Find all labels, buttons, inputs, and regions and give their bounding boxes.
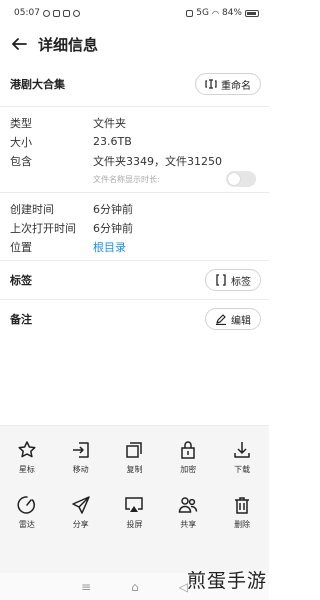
delete-button[interactable]: 删除 (215, 495, 269, 530)
action-label: 加密 (180, 465, 197, 474)
download-button[interactable]: 下载 (215, 440, 269, 475)
radar-icon (17, 496, 35, 514)
rename-label: 重命名 (221, 80, 251, 92)
action-label: 雷达 (18, 520, 35, 529)
duration-toggle[interactable] (226, 171, 256, 187)
rename-icon (205, 79, 217, 89)
status-time: 05:07 (14, 8, 40, 18)
notification-icon (62, 9, 70, 17)
pencil-icon (216, 314, 226, 325)
location-link[interactable]: 根目录 (93, 239, 126, 255)
folder-name: 港剧大合集 (10, 78, 65, 91)
detail-label: 包含 (10, 154, 32, 168)
detail-label: 位置 (10, 240, 32, 254)
star-icon (18, 441, 36, 458)
status-bar-left: 05:07 (14, 8, 80, 18)
detail-value: 文件夹 (93, 116, 126, 130)
share-button[interactable]: 分享 (54, 495, 108, 530)
nfc-icon (186, 9, 194, 17)
move-button[interactable]: 移动 (54, 440, 108, 475)
time-section: 创建时间 6分钟前 上次打开时间 6分钟前 位置 根目录 (0, 193, 269, 260)
cast-button[interactable]: 投屏 (108, 495, 162, 530)
collaborate-button[interactable]: 共享 (161, 495, 215, 530)
action-label: 移动 (72, 465, 89, 474)
status-bar: 05:07 5G ◠ 84% (0, 0, 269, 26)
copy-button[interactable]: 复制 (108, 440, 162, 475)
edit-button-label: 编辑 (231, 315, 251, 327)
move-icon (72, 442, 89, 458)
bracket-icon (216, 274, 226, 286)
duration-toggle-row: 文件名称显示时长: (10, 170, 259, 188)
detail-value: 23.6TB (93, 135, 132, 148)
tags-button-label: 标签 (231, 276, 251, 288)
detail-row-opened: 上次打开时间 6分钟前 (10, 218, 259, 237)
arrow-left-icon[interactable] (8, 33, 30, 55)
status-bar-right: 5G ◠ 84% (186, 8, 259, 18)
trash-icon (235, 497, 250, 514)
notification-icon (72, 9, 80, 17)
detail-row-type: 类型 文件夹 (10, 113, 259, 132)
page-title: 详细信息 (38, 35, 99, 54)
action-label: 下载 (234, 465, 251, 474)
action-sheet: 星标 移动 复制 加密 下载 雷达 分享 投屏 共享 删除 (0, 425, 269, 573)
detail-label: 创建时间 (10, 202, 54, 216)
tags-title: 标签 (10, 274, 32, 287)
detail-label: 类型 (10, 116, 32, 130)
cast-icon (125, 497, 144, 512)
wifi-icon: ◠ (212, 8, 219, 18)
detail-row-created: 创建时间 6分钟前 (10, 199, 259, 218)
folder-name-row: 港剧大合集 重命名 (0, 62, 269, 106)
battery-icon (245, 9, 259, 17)
download-icon (234, 442, 250, 458)
detail-row-location: 位置 根目录 (10, 237, 259, 256)
star-button[interactable]: 星标 (0, 440, 54, 475)
detail-row-size: 大小 23.6TB (10, 132, 259, 151)
watermark-logo: 煎蛋手游 (186, 570, 267, 592)
notification-icon (42, 9, 50, 17)
action-label: 分享 (72, 520, 89, 529)
people-icon (179, 497, 198, 513)
toggle-label: 文件名称显示时长: (93, 174, 160, 184)
battery-label: 84% (221, 8, 242, 18)
title-bar: 详细信息 (0, 26, 269, 62)
edit-button[interactable]: 编辑 (205, 308, 261, 330)
details-section: 类型 文件夹 大小 23.6TB 包含 文件夹3349，文件31250 文件名称… (0, 107, 269, 192)
notes-section: 备注 编辑 (0, 300, 269, 338)
action-label: 删除 (234, 520, 251, 529)
detail-row-contains: 包含 文件夹3349，文件31250 (10, 151, 259, 170)
tags-section: 标签 标签 (0, 261, 269, 299)
action-grid: 星标 移动 复制 加密 下载 雷达 分享 投屏 共享 删除 (0, 426, 269, 530)
detail-value: 6分钟前 (93, 202, 133, 216)
action-label: 共享 (180, 520, 197, 529)
action-label: 星标 (18, 465, 35, 474)
detail-value: 文件夹3349，文件31250 (93, 154, 222, 168)
signal-label: 5G (196, 8, 209, 18)
tags-button[interactable]: 标签 (205, 269, 261, 291)
home-icon[interactable]: ⌂ (131, 580, 139, 594)
detail-label: 上次打开时间 (10, 221, 76, 235)
share-icon (71, 496, 90, 514)
rename-button[interactable]: 重命名 (195, 73, 261, 95)
menu-icon[interactable]: ≡ (81, 580, 91, 594)
copy-icon (126, 442, 143, 458)
encrypt-button[interactable]: 加密 (161, 440, 215, 475)
lock-icon (181, 441, 196, 459)
detail-value: 6分钟前 (93, 221, 133, 235)
action-label: 投屏 (126, 520, 143, 529)
detail-label: 大小 (10, 135, 32, 149)
notification-icon (52, 9, 60, 17)
action-label: 复制 (126, 465, 143, 474)
radar-button[interactable]: 雷达 (0, 495, 54, 530)
notes-title: 备注 (10, 313, 32, 326)
